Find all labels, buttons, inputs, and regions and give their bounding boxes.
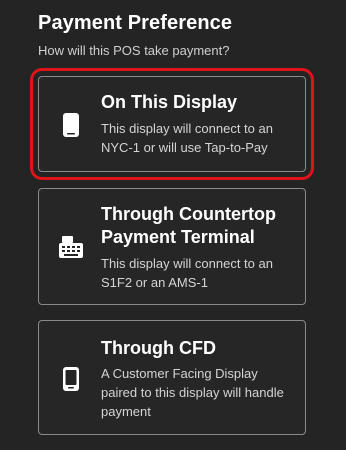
option-heading: Through Countertop Payment Terminal — [101, 204, 276, 247]
option-through-cfd[interactable]: Through CFD A Customer Facing Display pa… — [38, 320, 306, 435]
option-description: A Customer Facing Display paired to this… — [101, 366, 284, 419]
page-subtitle: How will this POS take payment? — [38, 43, 230, 58]
option-description: This display will connect to an S1F2 or … — [101, 256, 273, 290]
option-description: This display will connect to an NYC-1 or… — [101, 121, 273, 155]
option-heading: On This Display — [101, 92, 238, 112]
page-title: Payment Preference — [38, 12, 233, 34]
option-on-this-display[interactable]: On This Display This display will connec… — [30, 68, 314, 180]
tablet-icon — [55, 109, 87, 141]
payment-terminal-icon — [55, 231, 87, 263]
option-countertop-terminal[interactable]: Through Countertop Payment Terminal This… — [38, 188, 306, 305]
phone-icon — [55, 363, 87, 395]
option-heading: Through CFD — [101, 338, 216, 358]
